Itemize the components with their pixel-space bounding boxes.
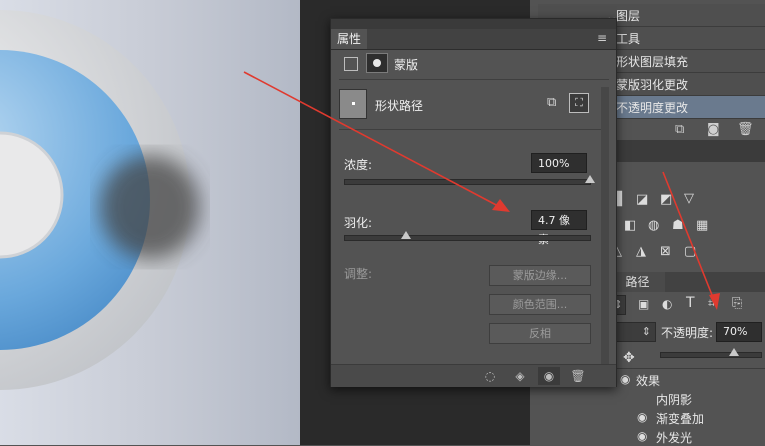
annotation-arrowhead bbox=[492, 199, 510, 212]
annotation-arrow bbox=[243, 71, 501, 208]
annotation-arrow bbox=[662, 171, 715, 301]
annotation-overlay bbox=[243, 71, 720, 310]
annotation-arrowhead bbox=[709, 293, 720, 310]
